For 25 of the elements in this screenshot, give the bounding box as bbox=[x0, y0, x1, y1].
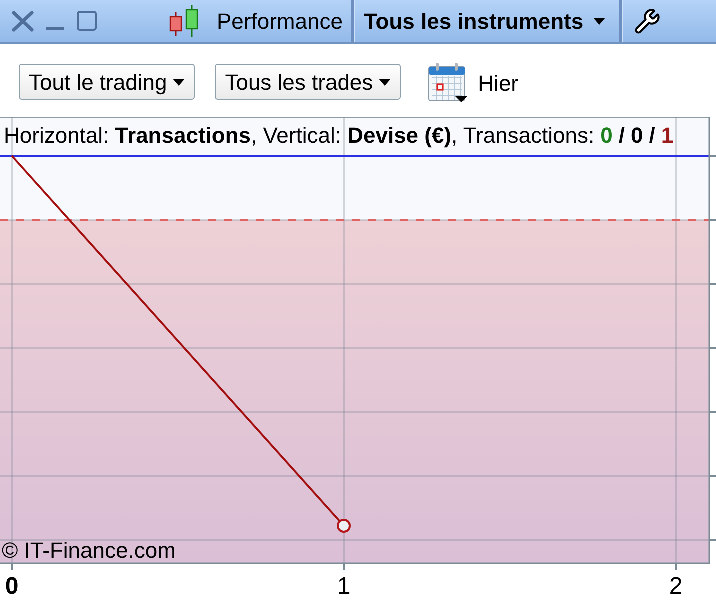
maximize-icon bbox=[77, 11, 97, 31]
settings-icon bbox=[634, 8, 661, 34]
candlestick-icon bbox=[169, 5, 201, 37]
close-icon bbox=[12, 10, 34, 32]
caret-icon bbox=[379, 78, 392, 86]
copyright-text: © IT-Finance.com bbox=[2, 538, 176, 563]
axis-label: 1 bbox=[337, 573, 351, 600]
transaction-count: 0 bbox=[600, 122, 613, 150]
caret-icon bbox=[592, 18, 606, 24]
dropdown-button[interactable]: Tous les trades bbox=[215, 64, 402, 100]
date-picker-button[interactable]: Hier bbox=[428, 63, 519, 103]
calendar-icon bbox=[428, 63, 470, 103]
axis-label: 2 bbox=[669, 573, 683, 600]
minimize-icon bbox=[46, 27, 64, 30]
performance-button[interactable]: Performance bbox=[165, 0, 347, 42]
separator-text: / bbox=[618, 122, 625, 150]
transaction-count: 1 bbox=[661, 122, 674, 150]
separator-text: / bbox=[649, 122, 656, 150]
dropdown-button[interactable]: Tout le trading bbox=[19, 64, 196, 100]
transaction-count: 0 bbox=[631, 122, 644, 150]
caret-icon bbox=[173, 78, 186, 86]
data-point-marker bbox=[337, 519, 351, 533]
instrument-dropdown[interactable]: Tous les instruments bbox=[354, 0, 619, 42]
chart-summary-text: Horizontal: Transactions, Vertical: Devise (€), Transactions: bbox=[4, 122, 595, 150]
axis-label: 0 bbox=[5, 573, 19, 600]
